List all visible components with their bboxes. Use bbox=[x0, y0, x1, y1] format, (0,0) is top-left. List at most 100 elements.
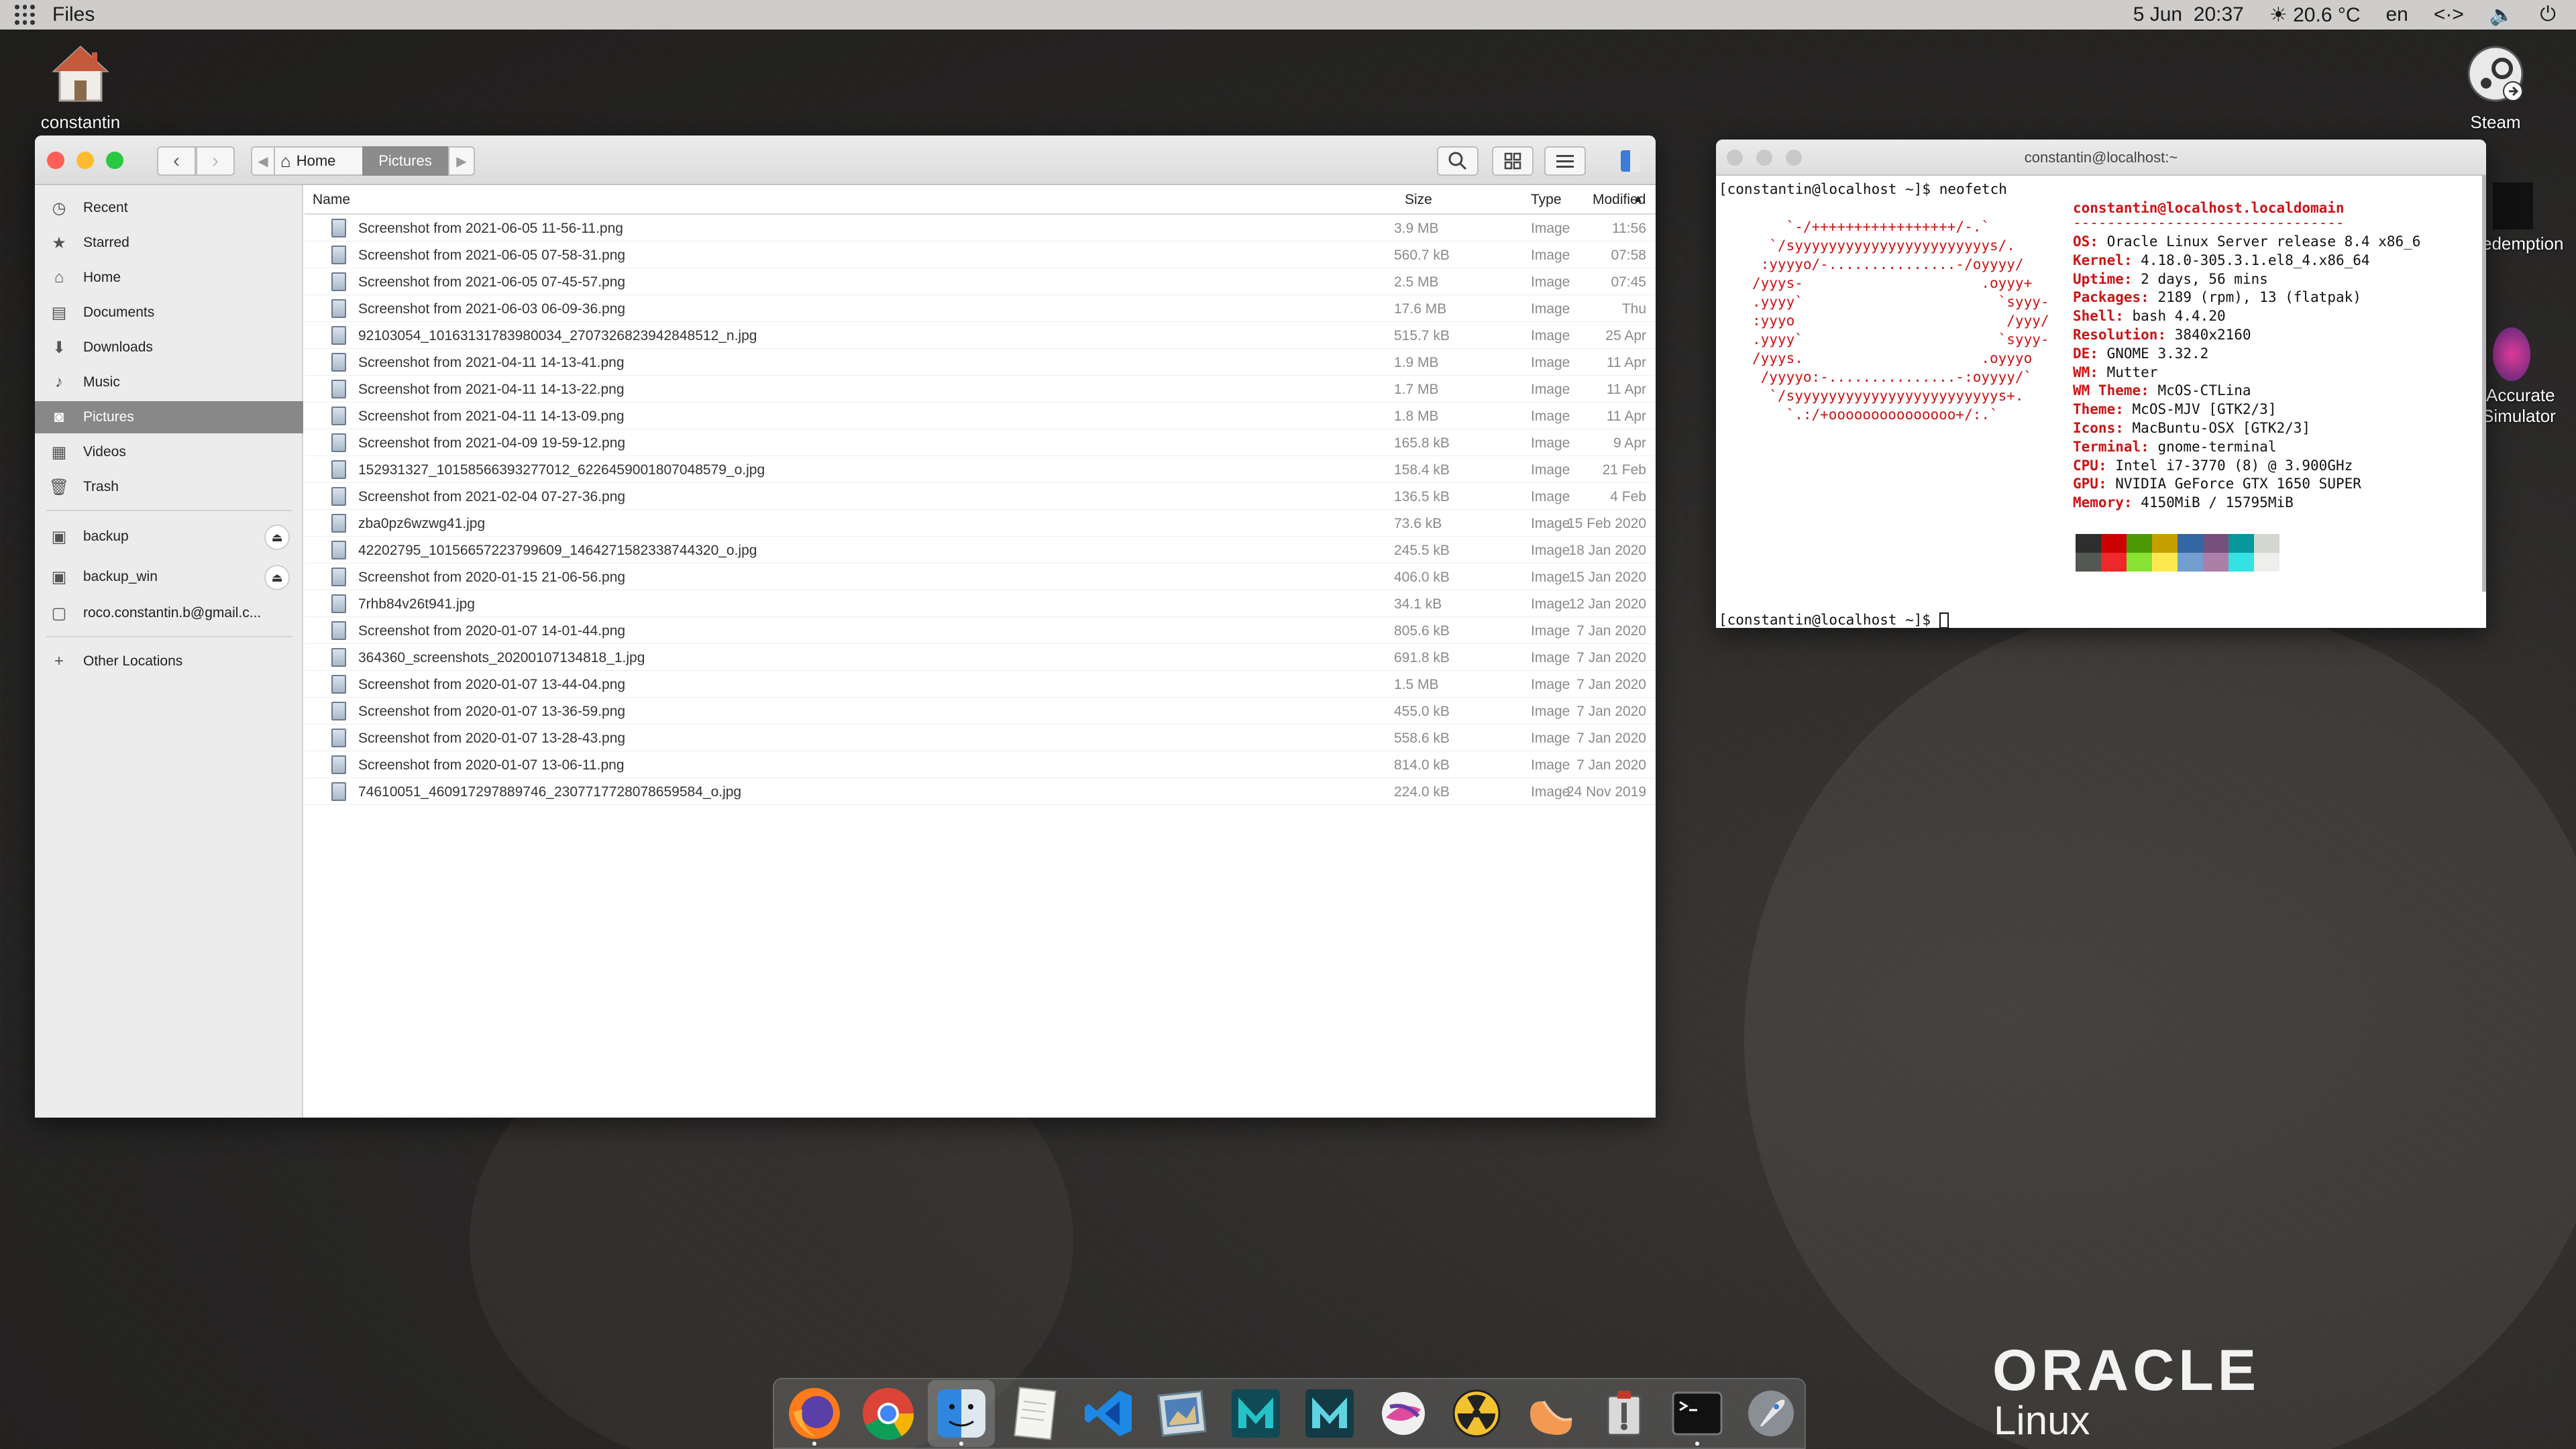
dock-item-nuclear[interactable] bbox=[1443, 1380, 1510, 1447]
apps-grid-icon[interactable] bbox=[15, 5, 35, 25]
terminal-scrollbar[interactable] bbox=[2482, 176, 2486, 592]
dock-item-preview[interactable] bbox=[1149, 1380, 1216, 1447]
table-row[interactable]: Screenshot from 2020-01-15 21-06-56.png 4… bbox=[305, 564, 1656, 590]
table-row[interactable]: Screenshot from 2021-04-11 14-13-22.png 1… bbox=[305, 376, 1656, 402]
info-key: Kernel bbox=[2073, 252, 2124, 268]
breadcrumb-pictures[interactable]: Pictures bbox=[362, 146, 448, 176]
info-colon: : bbox=[2157, 327, 2167, 343]
table-row[interactable]: Screenshot from 2021-02-04 07-27-36.png 1… bbox=[305, 483, 1656, 510]
breadcrumb-right-button[interactable]: ▶ bbox=[448, 146, 475, 176]
grid-view-button[interactable] bbox=[1492, 146, 1534, 176]
neofetch-logo-line: `/syyyyyyyyyyyyyyyyyyyyyyys/. bbox=[1752, 237, 2015, 254]
file-type: Image bbox=[1531, 543, 1570, 558]
sidebar-item-pictures[interactable]: ◙ Pictures bbox=[35, 401, 303, 433]
image-file-icon bbox=[331, 675, 346, 694]
dock-item-archive-utility[interactable] bbox=[1591, 1380, 1658, 1447]
dock-item-terminal[interactable] bbox=[1664, 1380, 1731, 1447]
eject-icon[interactable]: ⏏ bbox=[264, 565, 290, 590]
table-row[interactable]: Screenshot from 2021-06-05 07-45-57.png 2… bbox=[305, 268, 1656, 295]
file-modified: 18 Jan 2020 bbox=[1568, 543, 1646, 558]
search-button[interactable] bbox=[1437, 146, 1479, 176]
finder-icon[interactable] bbox=[1621, 150, 1640, 172]
dock-item-chrome[interactable] bbox=[855, 1380, 922, 1447]
table-row[interactable]: Screenshot from 2021-06-03 06-09-36.png 1… bbox=[305, 295, 1656, 322]
sidebar-item-other-locations[interactable]: + Other Locations bbox=[35, 645, 303, 678]
dock-item-app-orb[interactable] bbox=[1370, 1380, 1437, 1447]
dock-item-mudbox[interactable] bbox=[1296, 1380, 1363, 1447]
dock-item-orange[interactable] bbox=[1517, 1380, 1584, 1447]
file-name: Screenshot from 2020-01-15 21-06-56.png bbox=[358, 570, 626, 585]
dock-item-maya[interactable] bbox=[1222, 1380, 1289, 1447]
dock-item-files[interactable] bbox=[928, 1380, 996, 1447]
column-header-name[interactable]: Name bbox=[313, 192, 350, 208]
table-row[interactable]: Screenshot from 2021-04-11 14-13-41.png 1… bbox=[305, 349, 1656, 376]
terminal-output[interactable]: [constantin@localhost ~]$ neofetch `-/++… bbox=[1716, 176, 2482, 628]
image-file-icon bbox=[331, 514, 346, 533]
file-size: 455.0 kB bbox=[1394, 704, 1450, 719]
sidebar-item-online-account[interactable]: ▢ roco.constantin.b@gmail.c... bbox=[35, 597, 303, 629]
weather-indicator[interactable]: ☀ 20.6 °C bbox=[2269, 3, 2361, 27]
file-name: Screenshot from 2021-06-05 07-45-57.png bbox=[358, 274, 626, 290]
active-app-name[interactable]: Files bbox=[52, 3, 95, 26]
table-row[interactable]: Screenshot from 2020-01-07 13-06-11.png 8… bbox=[305, 751, 1656, 778]
terminal-minimize-button[interactable] bbox=[1756, 150, 1772, 166]
table-row[interactable]: Screenshot from 2020-01-07 13-36-59.png 4… bbox=[305, 698, 1656, 724]
volume-icon[interactable]: 🔈 bbox=[2489, 3, 2514, 27]
desktop-steam[interactable]: Steam bbox=[2455, 44, 2536, 133]
network-icon[interactable]: <·> bbox=[2434, 3, 2464, 26]
dock-item-firefox[interactable] bbox=[781, 1380, 848, 1447]
forward-button[interactable]: › bbox=[196, 146, 235, 176]
clock[interactable]: 5 Jun 20:37 bbox=[2133, 3, 2244, 26]
file-size: 1.7 MB bbox=[1394, 382, 1439, 397]
desktop-home-folder[interactable]: constantin bbox=[34, 44, 127, 133]
image-file-icon bbox=[331, 353, 346, 372]
sidebar-item-recent[interactable]: ◷ Recent bbox=[35, 192, 303, 224]
dock-item-launchpad[interactable] bbox=[1737, 1380, 1805, 1447]
back-button[interactable]: ‹ bbox=[157, 146, 196, 176]
minimize-button[interactable] bbox=[76, 152, 94, 169]
maximize-button[interactable] bbox=[106, 152, 123, 169]
table-row[interactable]: Screenshot from 2020-01-07 14-01-44.png 8… bbox=[305, 617, 1656, 644]
table-row[interactable]: 74610051_460917297889746_230771772807865… bbox=[305, 778, 1656, 805]
terminal-maximize-button[interactable] bbox=[1786, 150, 1802, 166]
table-row[interactable]: Screenshot from 2021-04-09 19-59-12.png 1… bbox=[305, 429, 1656, 456]
file-modified: 11:56 bbox=[1612, 221, 1646, 236]
dock-item-text-editor[interactable] bbox=[1002, 1380, 1069, 1447]
sidebar-item-music[interactable]: ♪ Music bbox=[35, 366, 303, 398]
info-colon: : bbox=[2123, 252, 2133, 268]
table-row[interactable]: 42202795_10156657223799609_1464271582338… bbox=[305, 537, 1656, 564]
desktop-accurate-simulator[interactable]: Accurate Simulator bbox=[2482, 327, 2576, 427]
sidebar-item-videos[interactable]: ▦ Videos bbox=[35, 436, 303, 468]
file-modified: 11 Apr bbox=[1606, 382, 1646, 397]
language-indicator[interactable]: en bbox=[2386, 3, 2408, 26]
eject-icon[interactable]: ⏏ bbox=[264, 525, 290, 550]
table-row[interactable]: 152931327_10158566393277012_622645900180… bbox=[305, 456, 1656, 483]
close-button[interactable] bbox=[47, 152, 64, 169]
table-row[interactable]: zba0pz6wzwg41.jpg 73.6 kB Image 15 Feb 2020 bbox=[305, 510, 1656, 537]
breadcrumb-home[interactable]: ⌂ Home bbox=[275, 146, 362, 176]
table-row[interactable]: 364360_screenshots_20200107134818_1.jpg 6… bbox=[305, 644, 1656, 671]
sidebar-item-backup-win[interactable]: ▣ backup_win ⏏ bbox=[35, 561, 303, 593]
table-row[interactable]: Screenshot from 2021-06-05 07-58-31.png 5… bbox=[305, 241, 1656, 268]
sidebar-item-starred[interactable]: ★ Starred bbox=[35, 227, 303, 259]
terminal-close-button[interactable] bbox=[1727, 150, 1743, 166]
table-row[interactable]: Screenshot from 2020-01-07 13-28-43.png 5… bbox=[305, 724, 1656, 751]
desktop-redemption[interactable]: edemption bbox=[2482, 182, 2576, 254]
table-row[interactable]: 92103054_10163131783980034_2707326823942… bbox=[305, 322, 1656, 349]
sidebar-item-downloads[interactable]: ⬇ Downloads bbox=[35, 331, 303, 364]
sidebar-item-home[interactable]: ⌂ Home bbox=[35, 262, 303, 294]
column-header-size[interactable]: Size bbox=[1405, 192, 1432, 208]
column-header-type[interactable]: Type bbox=[1531, 192, 1562, 208]
sidebar-item-trash[interactable]: 🗑 Trash bbox=[35, 471, 303, 503]
power-icon[interactable]: ⏻ bbox=[2540, 3, 2556, 26]
table-row[interactable]: Screenshot from 2021-06-05 11-56-11.png 3… bbox=[305, 215, 1656, 241]
breadcrumb-left-button[interactable]: ◀ bbox=[251, 146, 275, 176]
file-size: 245.5 kB bbox=[1394, 543, 1450, 558]
table-row[interactable]: Screenshot from 2020-01-07 13-44-04.png 1… bbox=[305, 671, 1656, 698]
table-row[interactable]: 7rhb84v26t941.jpg 34.1 kB Image 12 Jan 2020 bbox=[305, 590, 1656, 617]
sidebar-item-backup[interactable]: ▣ backup ⏏ bbox=[35, 521, 303, 553]
menu-button[interactable] bbox=[1544, 146, 1586, 176]
dock-item-vscode[interactable] bbox=[1075, 1380, 1142, 1447]
table-row[interactable]: Screenshot from 2021-04-11 14-13-09.png 1… bbox=[305, 402, 1656, 429]
sidebar-item-documents[interactable]: ▤ Documents bbox=[35, 297, 303, 329]
